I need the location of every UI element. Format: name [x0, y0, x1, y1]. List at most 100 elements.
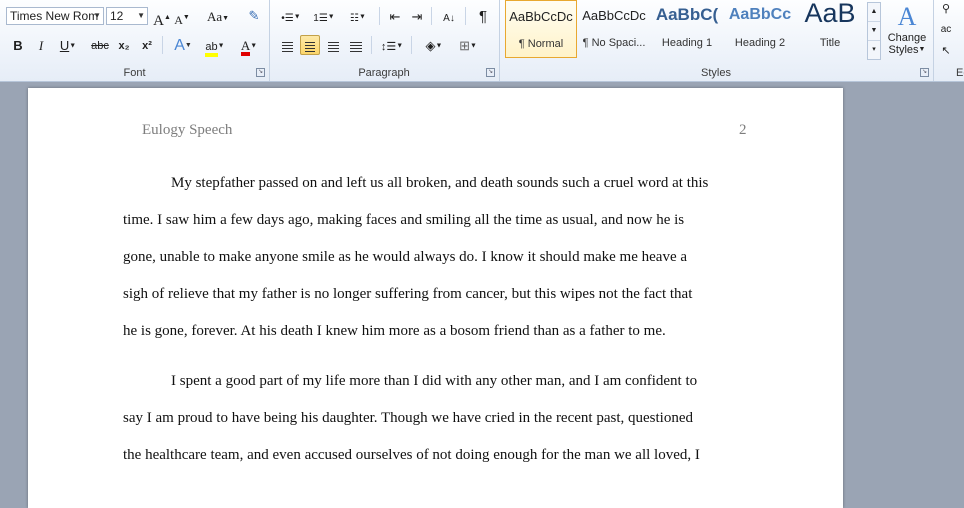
- page-number: 2: [739, 122, 747, 138]
- font-name-value: Times New Rom: [10, 9, 99, 23]
- style-sample: AaBbCcDc: [509, 9, 573, 24]
- clear-formatting-button[interactable]: ✎: [244, 5, 264, 25]
- sort-button[interactable]: A↓: [439, 6, 459, 26]
- text-line: the healthcare team, and even accused ou…: [123, 447, 700, 463]
- chevron-down-icon[interactable]: ▼: [93, 8, 101, 24]
- separator: [465, 7, 466, 25]
- font-name-combo[interactable]: Times New Rom ▼: [6, 7, 104, 25]
- chevron-down-icon[interactable]: ▼: [137, 8, 145, 24]
- binoculars-icon: ⚲: [941, 3, 951, 15]
- text-effects-button[interactable]: A▼: [169, 35, 197, 55]
- multilevel-list-button[interactable]: ☷▼: [342, 6, 374, 26]
- bullets-button[interactable]: •☰▼: [277, 6, 305, 26]
- pilcrow-icon: ¶: [478, 8, 488, 25]
- scroll-down-icon[interactable]: ▼: [868, 22, 880, 41]
- font-size-value: 12: [110, 9, 124, 23]
- shrink-font-icon: A: [174, 13, 183, 27]
- change-styles-button[interactable]: A Change Styles▼: [884, 2, 930, 64]
- change-case-button[interactable]: Aa▼: [203, 6, 233, 26]
- style-heading-2[interactable]: AaBbCc Heading 2: [724, 0, 796, 58]
- subscript-icon: x₂: [118, 40, 130, 52]
- font-color-button[interactable]: A▼: [234, 35, 264, 56]
- style-sample: AaBbCcDc: [582, 8, 646, 23]
- numbering-icon: 1☰: [313, 13, 328, 24]
- numbering-button[interactable]: 1☰▼: [309, 6, 339, 26]
- bold-button[interactable]: B: [8, 35, 28, 55]
- dialog-launcher-icon[interactable]: ↘: [920, 68, 929, 77]
- line-spacing-button[interactable]: ↕☰▼: [377, 35, 407, 55]
- superscript-icon: x²: [142, 40, 152, 52]
- clear-formatting-icon: ✎: [248, 8, 260, 23]
- text-line: I spent a good part of my life more than…: [171, 373, 698, 389]
- borders-button[interactable]: ⊞▼: [453, 35, 483, 55]
- style-name: Title: [819, 37, 841, 49]
- change-styles-label: Styles: [888, 44, 919, 56]
- strikethrough-icon: abc: [91, 40, 109, 52]
- document-page[interactable]: Eulogy Speech 2 My stepfather passed on …: [28, 88, 843, 508]
- style-title[interactable]: AaB Title: [797, 0, 863, 58]
- increase-indent-button[interactable]: ⇥: [407, 6, 427, 26]
- style-name: ¶ No Spaci...: [582, 37, 646, 49]
- strikethrough-button[interactable]: abc: [88, 35, 112, 55]
- change-styles-label: Change: [887, 32, 927, 44]
- align-right-icon: [327, 41, 339, 52]
- replace-icon: ac: [940, 24, 952, 35]
- editing-group: ⚲ ac ↖ Ed: [934, 0, 964, 81]
- align-center-icon: [305, 41, 315, 52]
- editing-group-label: Ed: [956, 67, 964, 79]
- style-no-spacing[interactable]: AaBbCcDc ¶ No Spaci...: [578, 0, 650, 58]
- align-right-button[interactable]: [323, 35, 343, 55]
- style-heading-1[interactable]: AaBbC( Heading 1: [651, 0, 723, 58]
- select-cursor-icon: ↖: [941, 45, 951, 57]
- paragraph-group-label: Paragraph: [358, 67, 410, 79]
- italic-button[interactable]: I: [31, 35, 51, 55]
- styles-gallery-scroll[interactable]: ▲ ▼ ▾: [867, 2, 881, 60]
- dialog-launcher-icon[interactable]: ↘: [486, 68, 495, 77]
- italic-icon: I: [38, 38, 44, 53]
- styles-gallery: AaBbCcDc ¶ Normal AaBbCcDc ¶ No Spaci...…: [505, 0, 867, 62]
- replace-button[interactable]: ac: [936, 19, 956, 39]
- align-left-button[interactable]: [277, 35, 297, 55]
- style-name: ¶ Normal: [518, 38, 564, 50]
- justify-icon: [350, 41, 362, 52]
- bullets-icon: •☰: [281, 13, 294, 24]
- multilevel-list-icon: ☷: [350, 13, 360, 24]
- separator: [379, 7, 380, 25]
- styles-group-label: Styles: [701, 67, 731, 79]
- borders-icon: ⊞: [459, 38, 470, 53]
- font-color-icon: A: [240, 39, 251, 56]
- more-styles-icon[interactable]: ▾: [868, 41, 880, 59]
- scroll-up-icon[interactable]: ▲: [868, 3, 880, 22]
- underline-button[interactable]: U▼: [54, 35, 82, 55]
- underline-icon: U: [59, 38, 70, 53]
- shrink-font-button[interactable]: A▼: [172, 6, 192, 27]
- align-center-button[interactable]: [300, 35, 320, 55]
- ribbon: Times New Rom ▼ 12 ▼ A▲ A▼ Aa▼ ✎ B I U▼ …: [0, 0, 964, 82]
- highlight-button[interactable]: ab▼: [200, 35, 230, 57]
- select-button[interactable]: ↖: [936, 40, 956, 60]
- highlighter-icon: ab: [205, 41, 218, 57]
- style-name: Heading 2: [734, 37, 786, 49]
- grow-font-icon: A: [153, 13, 164, 29]
- grow-font-button[interactable]: A▲: [152, 6, 172, 29]
- text-line: he is gone, forever. At his death I knew…: [123, 323, 666, 339]
- paint-bucket-icon: ◈: [425, 38, 436, 53]
- find-button[interactable]: ⚲: [936, 0, 956, 18]
- decrease-indent-icon: ⇤: [389, 9, 401, 24]
- paragraph-group: •☰▼ 1☰▼ ☷▼ ⇤ ⇥ A↓ ¶ ↕☰▼ ◈▼ ⊞▼ Paragraph …: [269, 0, 500, 81]
- decrease-indent-button[interactable]: ⇤: [385, 6, 405, 26]
- justify-button[interactable]: [346, 35, 366, 55]
- show-formatting-button[interactable]: ¶: [473, 6, 493, 26]
- text-line: say I am proud to have being his daughte…: [123, 410, 693, 426]
- dialog-launcher-icon[interactable]: ↘: [256, 68, 265, 77]
- separator: [411, 36, 412, 54]
- font-size-combo[interactable]: 12 ▼: [106, 7, 148, 25]
- font-group: Times New Rom ▼ 12 ▼ A▲ A▼ Aa▼ ✎ B I U▼ …: [0, 0, 270, 81]
- superscript-button[interactable]: x²: [137, 35, 157, 55]
- shading-button[interactable]: ◈▼: [419, 35, 449, 55]
- text-line: sigh of relieve that my father is no lon…: [123, 286, 693, 302]
- style-normal[interactable]: AaBbCcDc ¶ Normal: [505, 0, 577, 58]
- separator: [162, 36, 163, 54]
- subscript-button[interactable]: x₂: [114, 35, 134, 55]
- bold-icon: B: [13, 38, 23, 53]
